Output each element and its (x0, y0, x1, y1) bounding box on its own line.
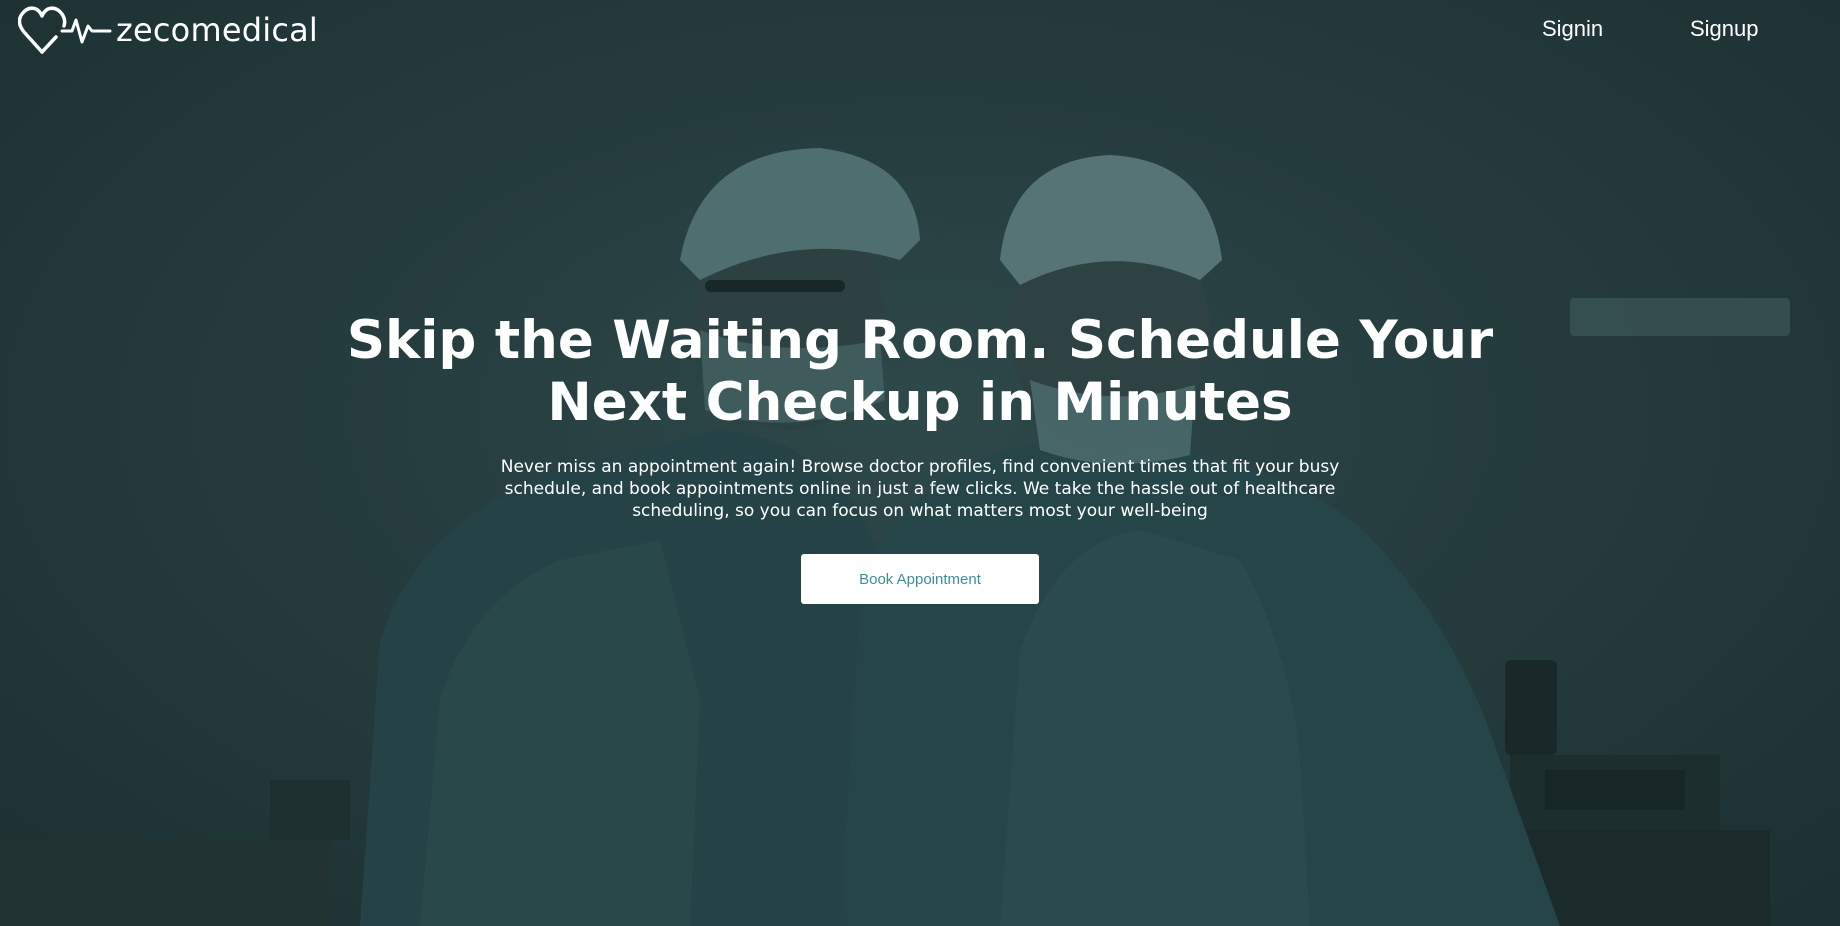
signin-link[interactable]: Signin (1542, 16, 1603, 42)
heart-pulse-icon (18, 6, 112, 54)
hero-title: Skip the Waiting Room. Schedule Your Nex… (346, 310, 1494, 433)
top-navbar: zecomedical Signin Signup (0, 0, 1840, 62)
hero-description: Never miss an appointment again! Browse … (500, 457, 1340, 521)
signup-link[interactable]: Signup (1690, 16, 1759, 42)
book-appointment-button[interactable]: Book Appointment (801, 554, 1039, 604)
brand-logo[interactable]: zecomedical (18, 4, 318, 58)
brand-name: zecomedical (116, 11, 319, 49)
hero-content: Skip the Waiting Room. Schedule Your Nex… (0, 310, 1840, 604)
